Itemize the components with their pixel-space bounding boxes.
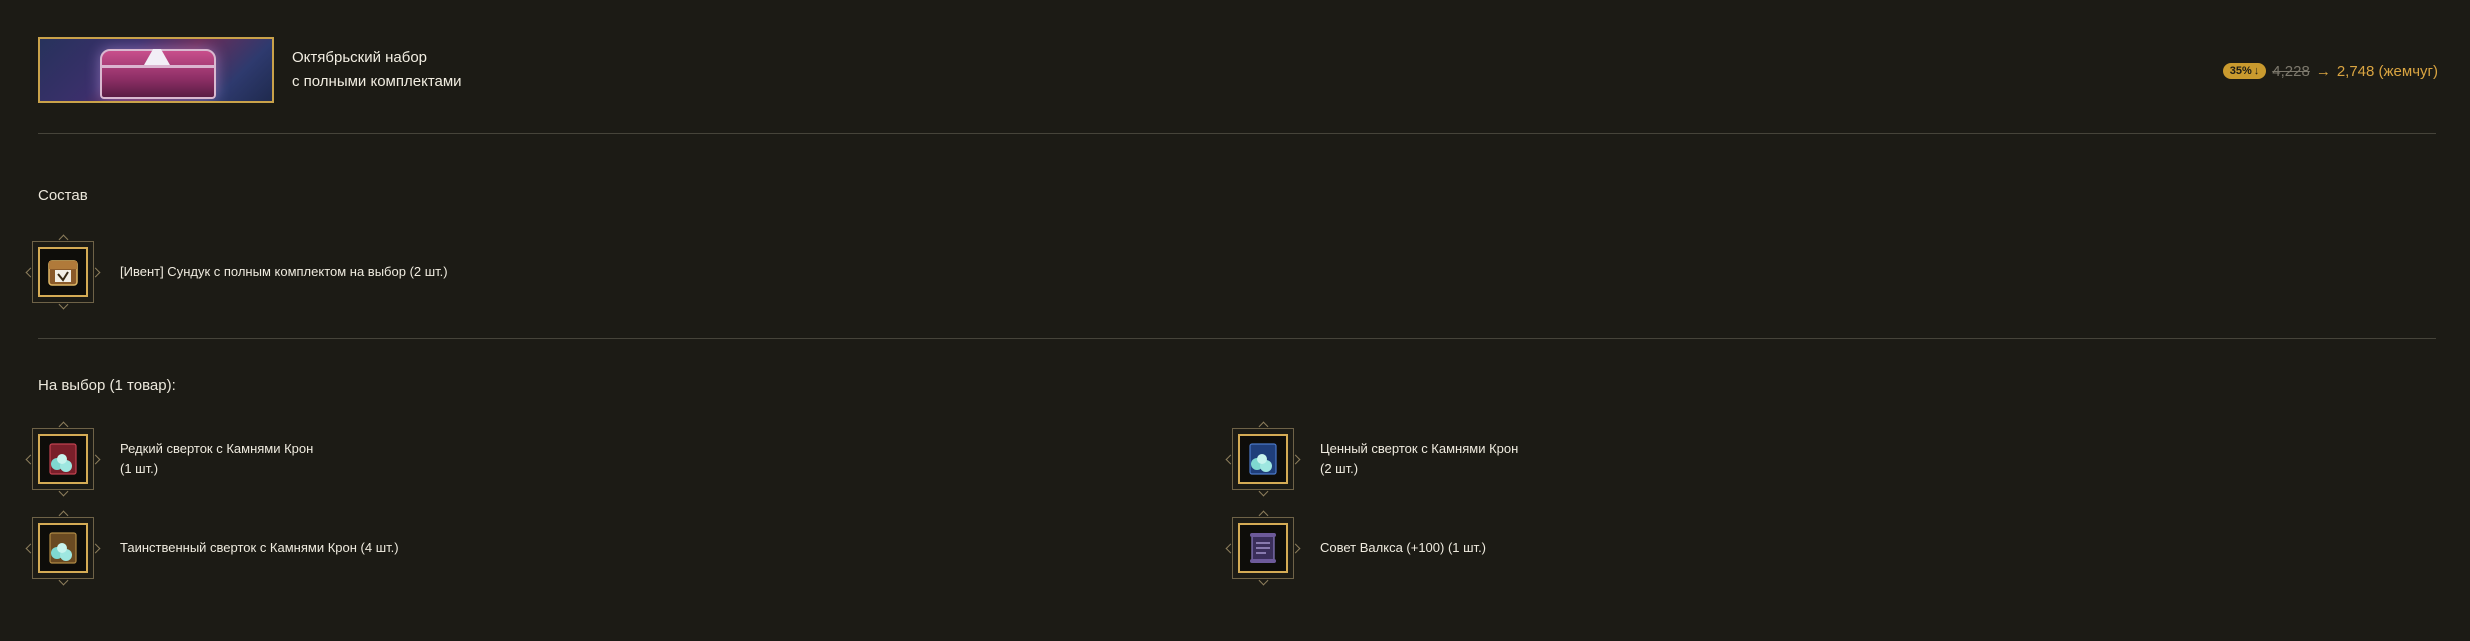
choice-item-label: Совет Валкса (+100) (1 шт.) <box>1320 538 1486 558</box>
blue-bundle-icon <box>1249 443 1277 475</box>
composition-item[interactable]: [Ивент] Сундук с полным комплектом на вы… <box>25 234 448 310</box>
item-slot <box>25 421 101 497</box>
item-slot <box>25 234 101 310</box>
price-arrow-icon: → <box>2315 62 2331 80</box>
choice-item[interactable]: Редкий сверток с Камнями Крон (1 шт.) <box>25 421 313 497</box>
choice-title: На выбор (1 товар): <box>38 377 176 394</box>
divider <box>38 338 2436 339</box>
choice-item-label: Редкий сверток с Камнями Крон (1 шт.) <box>120 439 313 479</box>
discount-percent: 35% <box>2229 65 2252 77</box>
item-slot <box>1225 421 1301 497</box>
choice-item-line2: (1 шт.) <box>120 461 159 476</box>
choice-item-line1: Редкий сверток с Камнями Крон <box>120 441 314 456</box>
choice-item-label: Таинственный сверток с Камнями Крон (4 ш… <box>120 538 399 558</box>
chest-icon <box>48 260 78 286</box>
choice-item-line1: Совет Валкса (+100) (1 шт.) <box>1320 540 1487 555</box>
item-slot <box>1225 510 1301 586</box>
brown-bundle-icon <box>49 532 77 564</box>
choice-item-label: Ценный сверток с Камнями Крон (2 шт.) <box>1320 439 1518 479</box>
discount-arrow-icon: ↓ <box>2253 65 2260 77</box>
choice-item-line1: Таинственный сверток с Камнями Крон (4 ш… <box>120 540 399 555</box>
product-title-line2: с полными комплектами <box>292 73 462 90</box>
product-banner-image <box>38 37 274 103</box>
product-title: Октябрьский набор с полными комплектами <box>292 46 462 94</box>
chest-illustration <box>100 49 216 99</box>
choice-item[interactable]: Ценный сверток с Камнями Крон (2 шт.) <box>1225 421 1518 497</box>
choice-item[interactable]: Таинственный сверток с Камнями Крон (4 ш… <box>25 510 399 586</box>
choice-item[interactable]: Совет Валкса (+100) (1 шт.) <box>1225 510 1486 586</box>
choice-item-line1: Ценный сверток с Камнями Крон <box>1320 441 1519 456</box>
composition-title: Состав <box>38 187 88 204</box>
product-header: Октябрьский набор с полными комплектами … <box>38 37 2438 103</box>
price-block: 35% ↓ 4,228 → 2,748 (жемчуг) <box>2222 60 2438 82</box>
discount-badge: 35% ↓ <box>2222 63 2267 79</box>
composition-item-label: [Ивент] Сундук с полным комплектом на вы… <box>120 264 448 279</box>
item-slot <box>25 510 101 586</box>
choice-item-line2: (2 шт.) <box>1320 461 1359 476</box>
new-price: 2,748 (жемчуг) <box>2336 62 2438 80</box>
product-title-line1: Октябрьский набор <box>292 49 428 66</box>
divider <box>38 133 2436 134</box>
red-bundle-icon <box>49 443 77 475</box>
old-price: 4,228 <box>2272 62 2310 80</box>
scroll-icon <box>1250 533 1276 563</box>
